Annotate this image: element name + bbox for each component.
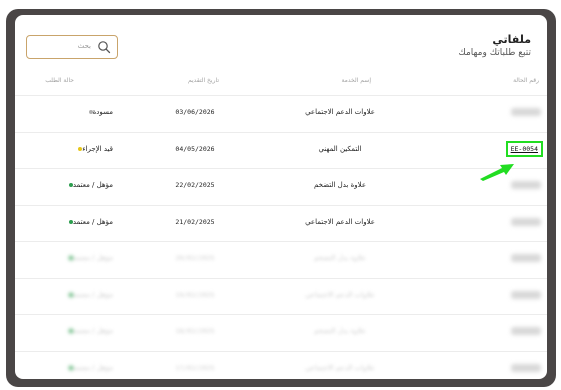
service-name-cell: علاوات الدعم الاجتماعي [305,290,375,299]
column-header-request-status: حالة الطلب [45,77,74,84]
table-row[interactable]: EE-0054 التمكين المهني 04/05/2026 قيد الإجر… [15,131,547,165]
status-dot-icon [68,329,73,333]
status-label: مؤهل / معتمد [72,254,113,262]
submission-date-cell: 03/06/2026 [175,108,215,116]
status-cell: مؤهل / معتمد [33,242,113,274]
status-label: قيد الإجراء [82,144,113,153]
status-label: مؤهل / معتمد [72,363,113,372]
service-name-cell: علاوات الدعم الاجتماعي [305,363,375,372]
table-row[interactable]: علاوة بدل التضخم 18/02/2025 مؤهل / معتمد [15,314,547,346]
status-cell: مؤهل / معتمد [33,206,113,238]
table-row[interactable]: علاوات الدعم الاجتماعي 19/02/2025 مؤهل / م… [15,277,547,311]
column-header-submission-date: تاريخ التقديم [188,77,219,84]
case-number-redacted [511,108,541,116]
search-placeholder: بحث [77,42,91,50]
status-label: مسودة [92,108,113,116]
status-cell: مؤهل / معتمد [33,352,113,380]
submission-date-cell: 19/02/2025 [175,290,215,299]
service-name-cell: علاوات الدعم الاجتماعي [305,108,375,116]
submission-date-cell: 17/02/2025 [175,363,215,372]
submission-date-cell: 21/02/2025 [175,217,215,226]
status-dot-icon [68,365,73,370]
status-label: مؤهل / معتمد [72,327,113,335]
page-title: ملفاتي [492,33,531,46]
submission-date-cell: 18/02/2025 [175,327,215,335]
files-panel: ملفاتي تتبع طلباتك ومهامك بحث رقم الحالة… [15,15,547,379]
status-cell: مؤهل / معتمد [33,315,113,347]
service-name-cell: علاوة بدل التضخم [314,327,366,335]
status-cell: مؤهل / معتمد [33,169,113,201]
green-arrow-icon [480,164,514,181]
submission-date-cell: 20/02/2025 [175,254,215,262]
case-number-redacted [511,363,541,372]
status-label: مؤهل / معتمد [72,181,113,189]
table-row[interactable]: علاوات الدعم الاجتماعي 21/02/2025 مؤهل / م… [15,204,547,238]
status-cell: قيد الإجراء [33,133,113,165]
status-label: مؤهل / معتمد [72,290,113,299]
case-number-link[interactable]: EE-0054 [505,140,543,157]
window-frame: ملفاتي تتبع طلباتك ومهامك بحث رقم الحالة… [6,9,556,387]
service-name-cell: علاوات الدعم الاجتماعي [305,217,375,226]
column-header-case-number: رقم الحالة [513,77,539,84]
case-number-redacted [511,290,541,299]
table-row[interactable]: علاوة بدل التضخم 22/02/2025 مؤهل / معتمد [15,168,547,200]
table-row[interactable]: علاوات الدعم الاجتماعي 17/02/2025 مؤهل / م… [15,350,547,380]
page-subtitle: تتبع طلباتك ومهامك [458,48,531,58]
status-dot-icon [68,292,73,297]
service-name-cell: علاوة بدل التضخم [314,181,366,189]
table-row[interactable]: علاوات الدعم الاجتماعي 03/06/2026 مسودة [15,95,547,127]
search-input[interactable]: بحث [26,35,118,59]
submission-date-cell: 22/02/2025 [175,181,215,189]
case-number-redacted [511,217,541,226]
status-cell: مؤهل / معتمد [33,279,113,311]
table-row[interactable]: علاوة بدل التضخم 20/02/2025 مؤهل / معتمد [15,241,547,273]
column-header-service-name: إسم الخدمة [341,77,371,84]
submission-date-cell: 04/05/2026 [175,144,215,153]
service-name-cell: التمكين المهني [318,144,362,153]
service-name-cell: علاوة بدل التضخم [314,254,366,262]
search-icon[interactable] [97,40,111,54]
case-number-redacted [511,254,541,262]
status-cell: مسودة [33,96,113,128]
case-number-redacted [511,327,541,335]
case-number-redacted [511,181,541,189]
status-label: مؤهل / معتمد [72,217,113,226]
status-dot-icon [68,256,73,260]
